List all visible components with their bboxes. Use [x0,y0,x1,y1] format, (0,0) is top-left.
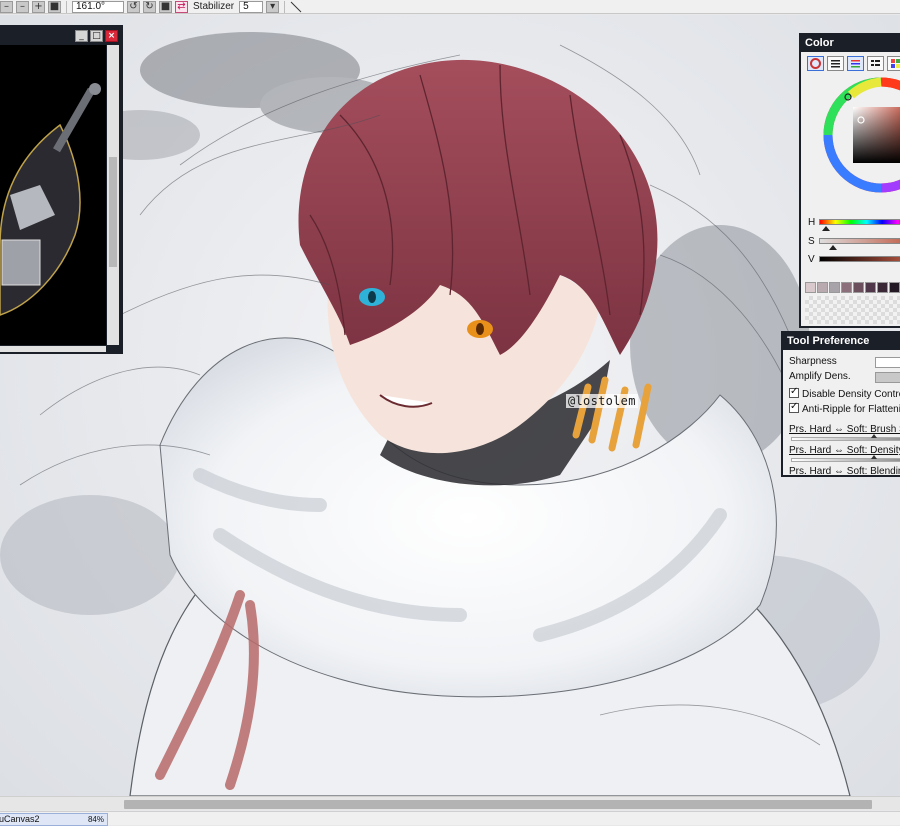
color-mode-tabs [807,56,900,71]
maximize-button[interactable]: □ [90,30,103,42]
anti-ripple-label: Anti-Ripple for Flattening [802,404,900,415]
pressure-brush-size-slider[interactable] [791,437,900,441]
color-swatch[interactable] [829,282,840,293]
pressure-blending-link[interactable]: Prs. Hard ⇔ Soft: Blending [789,466,900,475]
preview-image [0,83,101,316]
anti-ripple-checkbox[interactable]: Anti-Ripple for Flattening [789,401,900,415]
color-panel: Color H S V [799,33,900,328]
color-swatch[interactable] [841,282,852,293]
zoom-out-button[interactable]: – [16,0,29,13]
slider-caret-icon[interactable] [871,455,877,459]
top-toolbar: – – + ■ 161.0° ↺ ↻ ■ ⇄ Stabilizer 5 ▾ [0,0,900,14]
checkbox-checked-icon[interactable] [789,401,799,413]
pressure-density-link[interactable]: Prs. Hard ⇔ Soft: Density [789,445,900,456]
canvas-tab[interactable]: luCanvas2 84% [0,813,108,826]
signature-text: @lostolem [566,394,638,408]
zoom-reset-button[interactable]: – [0,0,13,13]
hue-slider[interactable] [819,219,900,225]
minimize-button[interactable]: _ [75,30,88,42]
scroll-thumb[interactable] [109,157,117,267]
pressure-density-slider[interactable] [791,458,900,462]
navigator-panel: _ □ × [0,25,123,354]
tool-preference-panel: Tool Preference Sharpness Amplify Dens. … [781,331,900,477]
saturation-caret-icon[interactable] [829,245,837,250]
amplify-density-field[interactable] [875,372,900,383]
navigator-horizontal-scrollbar[interactable] [0,346,106,352]
slider-caret-icon[interactable] [871,434,877,438]
status-bar: luCanvas2 84% [0,811,900,826]
color-swatch[interactable] [817,282,828,293]
sharpness-label: Sharpness [789,356,837,367]
color-swatch[interactable] [877,282,888,293]
disable-density-label: Disable Density Control [802,389,900,400]
navigator-titlebar[interactable]: _ □ × [0,27,121,45]
color-swatch[interactable] [853,282,864,293]
value-label: V [808,254,815,265]
amplify-density-label: Amplify Dens. [789,371,851,382]
canvas-name: luCanvas2 [0,814,40,824]
navigator-preview[interactable] [0,45,106,345]
tool-preference-title[interactable]: Tool Preference [783,333,900,350]
hue-wheel[interactable] [821,75,900,195]
rotate-left-button[interactable]: ↺ [127,0,140,13]
zoom-in-button[interactable]: + [32,0,45,13]
drawing-canvas[interactable]: @lostolem [0,15,900,796]
toolbar-separator [66,0,67,13]
line-tool-icon[interactable] [290,1,302,13]
toolbar-separator [284,0,286,13]
color-swatch[interactable] [889,282,900,293]
hue-label: H [808,217,816,228]
color-wheel-tab-icon[interactable] [807,56,824,71]
close-button[interactable]: × [105,30,118,42]
rgb-slider-tab-icon[interactable] [827,56,844,71]
color-swatch[interactable] [865,282,876,293]
hsv-slider-tab-icon[interactable] [847,56,864,71]
canvas-zoom: 84% [87,815,104,824]
recent-swatches [805,282,900,293]
color-panel-title[interactable]: Color [801,35,900,52]
zoom-fit-button[interactable]: ■ [48,0,61,13]
saturation-label: S [808,236,815,247]
value-slider[interactable] [819,256,900,262]
stabilizer-label: Stabilizer [193,1,235,12]
flip-horizontal-icon[interactable]: ⇄ [175,0,188,13]
sharpness-field[interactable] [875,357,900,368]
stabilizer-dropdown-icon[interactable]: ▾ [266,0,280,13]
hue-caret-icon[interactable] [822,226,830,231]
artwork [0,32,880,796]
rotate-right-button[interactable]: ↻ [143,0,156,13]
swatch-grid[interactable] [805,296,900,324]
color-swatch[interactable] [805,282,816,293]
scroll-thumb[interactable] [124,800,872,809]
saturation-slider[interactable] [819,238,900,244]
rotate-reset-button[interactable]: ■ [159,0,172,13]
canvas-horizontal-scrollbar[interactable] [0,796,900,810]
checkbox-checked-icon[interactable] [789,386,799,398]
stabilizer-field[interactable]: 5 [239,0,264,13]
rotation-field[interactable]: 161.0° [72,0,124,13]
disable-density-checkbox[interactable]: Disable Density Control [789,386,900,400]
navigator-vertical-scrollbar[interactable] [107,45,119,345]
palette-tab-icon[interactable] [887,56,900,71]
swatch-tab-icon[interactable] [867,56,884,71]
pressure-brush-size-link[interactable]: Prs. Hard ⇔ Soft: Brush Size [789,424,900,435]
